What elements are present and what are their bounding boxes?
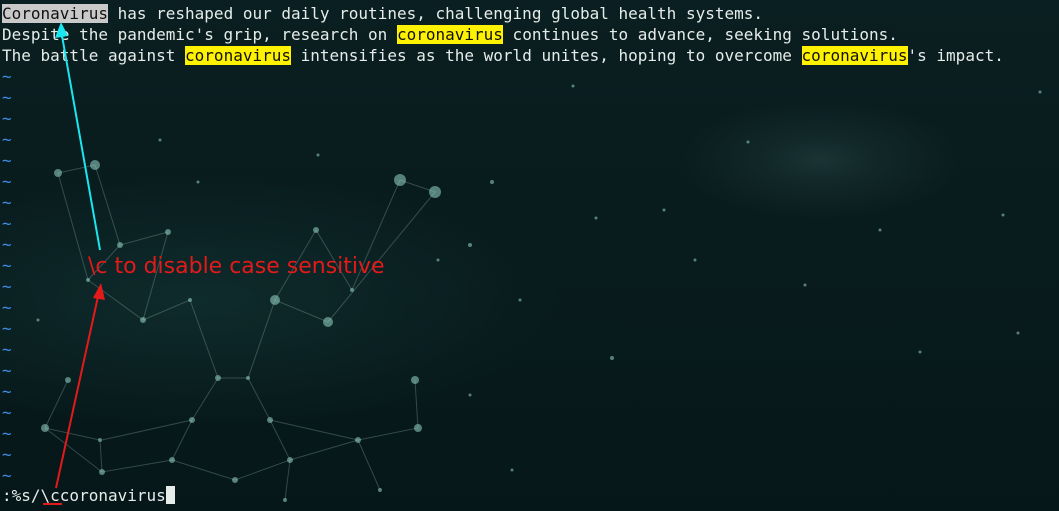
empty-line-tilde: ~	[2, 403, 12, 422]
line-text: continues to advance, seeking solutions.	[502, 25, 898, 44]
command-line[interactable]: :%s/\ccoronavirus	[2, 485, 175, 506]
current-search-match: Coronavirus	[2, 4, 108, 23]
empty-line-tilde: ~	[2, 466, 12, 485]
empty-line-markers: ~ ~ ~ ~ ~ ~ ~ ~ ~ ~ ~ ~ ~ ~ ~ ~ ~ ~ ~ ~	[2, 66, 12, 486]
empty-line-tilde: ~	[2, 130, 12, 149]
search-match: coronavirus	[185, 46, 291, 65]
line-text: 's impact.	[907, 46, 1004, 65]
empty-line-tilde: ~	[2, 88, 12, 107]
empty-line-tilde: ~	[2, 256, 12, 275]
annotation-label: \c to disable case sensitive	[88, 254, 385, 279]
command-line-text: :%s/\ccoronavirus	[2, 486, 166, 505]
empty-line-tilde: ~	[2, 172, 12, 191]
search-match: coronavirus	[396, 25, 503, 44]
buffer-line[interactable]: The battle against coronavirus intensifi…	[2, 45, 1004, 66]
empty-line-tilde: ~	[2, 109, 12, 128]
empty-line-tilde: ~	[2, 298, 12, 317]
empty-line-tilde: ~	[2, 67, 12, 86]
line-text: The battle against	[2, 46, 186, 65]
empty-line-tilde: ~	[2, 214, 12, 233]
buffer-line[interactable]: Coronavirus has reshaped our daily routi…	[2, 3, 1004, 24]
line-text: has reshaped our daily routines, challen…	[107, 4, 763, 23]
terminal-window[interactable]: Coronavirus has reshaped our daily routi…	[0, 0, 1059, 511]
empty-line-tilde: ~	[2, 151, 12, 170]
search-match: coronavirus	[801, 46, 908, 65]
empty-line-tilde: ~	[2, 340, 12, 359]
empty-line-tilde: ~	[2, 193, 12, 212]
empty-line-tilde: ~	[2, 319, 12, 338]
empty-line-tilde: ~	[2, 424, 12, 443]
line-text: Despite the pandemic's grip, research on	[2, 25, 397, 44]
text-cursor	[165, 486, 175, 504]
empty-line-tilde: ~	[2, 277, 12, 296]
buffer-text[interactable]: Coronavirus has reshaped our daily routi…	[2, 3, 1004, 66]
empty-line-tilde: ~	[2, 445, 12, 464]
empty-line-tilde: ~	[2, 382, 12, 401]
buffer-line[interactable]: Despite the pandemic's grip, research on…	[2, 24, 1004, 45]
line-text: intensifies as the world unites, hoping …	[291, 46, 802, 65]
empty-line-tilde: ~	[2, 235, 12, 254]
empty-line-tilde: ~	[2, 361, 12, 380]
